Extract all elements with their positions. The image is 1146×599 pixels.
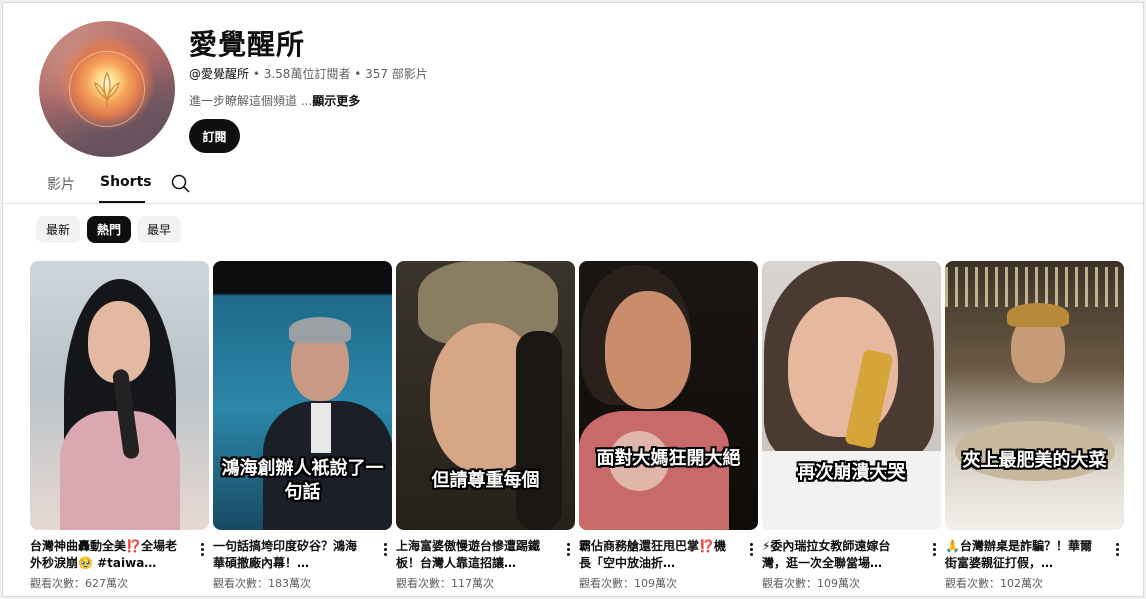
short-title[interactable]: 上海富婆傲慢遊台慘遭踢鐵板！台灣人靠這招讓… <box>396 538 548 572</box>
short-thumbnail[interactable]: 面對大媽狂開大絕 <box>579 261 758 530</box>
more-options-icon[interactable] <box>563 542 573 558</box>
channel-tabs: 影片 Shorts <box>3 168 1143 204</box>
description-text: 進一步瞭解這個頻道 ... <box>189 94 313 108</box>
short-card[interactable]: 鴻海創辦人衹說了一句話 一句話搞垮印度矽谷？鴻海華碩撤廠內幕！… 觀看次數：18… <box>213 261 392 594</box>
short-info: 霸佔商務艙還狂甩巴掌⁉️機長「空中放油折… 觀看次數：109萬次 <box>579 538 758 594</box>
short-thumbnail[interactable]: 再次崩潰大哭 <box>762 261 941 530</box>
channel-stats: • 3.58萬位訂閱者 • 357 部影片 <box>249 67 428 81</box>
more-options-icon[interactable] <box>197 542 207 558</box>
short-views: 觀看次數：109萬次 <box>762 577 860 590</box>
chip-oldest[interactable]: 最早 <box>137 216 182 243</box>
short-thumbnail[interactable]: 但請尊重每個 <box>396 261 575 530</box>
more-options-icon[interactable] <box>746 542 756 558</box>
short-card[interactable]: 再次崩潰大哭 ⚡委內瑞拉女教師遠嫁台灣，逛一次全聯當場… 觀看次數：109萬次 <box>762 261 941 594</box>
thumbnail-caption: 面對大媽狂開大絕 <box>596 448 741 469</box>
chip-popular[interactable]: 熱門 <box>87 216 132 243</box>
thumbnail-scene <box>579 261 758 530</box>
channel-meta: @愛覺醒所 • 3.58萬位訂閱者 • 357 部影片 <box>189 65 428 82</box>
thumbnail-scene <box>762 261 941 530</box>
thumbnail-caption: 鴻海創辦人衹說了一句話 <box>221 458 384 503</box>
chip-latest[interactable]: 最新 <box>36 216 81 243</box>
channel-title: 愛覺醒所 <box>189 28 306 61</box>
more-options-icon[interactable] <box>380 542 390 558</box>
short-title[interactable]: 一句話搞垮印度矽谷？鴻海華碩撤廠內幕！… <box>213 538 365 572</box>
short-info: 上海富婆傲慢遊台慘遭踢鐵板！台灣人靠這招讓… 觀看次數：117萬次 <box>396 538 575 594</box>
short-title[interactable]: ⚡委內瑞拉女教師遠嫁台灣，逛一次全聯當場… <box>762 538 914 572</box>
thumbnail-scene <box>945 261 1124 530</box>
short-views: 觀看次數：627萬次 <box>30 577 128 590</box>
short-views: 觀看次數：109萬次 <box>579 577 677 590</box>
short-thumbnail[interactable]: 鴻海創辦人衹說了一句話 <box>213 261 392 530</box>
thumbnail-caption: 夾上最肥美的大菜 <box>962 450 1107 471</box>
short-info: 🙏台灣辦桌是詐騙？！華爾街富婆親征打假，… 觀看次數：102萬次 <box>945 538 1124 594</box>
tab-shorts[interactable]: Shorts <box>100 174 152 190</box>
short-thumbnail[interactable]: 夾上最肥美的大菜 <box>945 261 1124 530</box>
channel-page: 愛覺醒所 @愛覺醒所 • 3.58萬位訂閱者 • 357 部影片 進一步瞭解這個… <box>2 2 1144 597</box>
channel-avatar[interactable] <box>39 21 175 157</box>
show-more-link[interactable]: 顯示更多 <box>312 94 360 108</box>
short-card[interactable]: 面對大媽狂開大絕 霸佔商務艙還狂甩巴掌⁉️機長「空中放油折… 觀看次數：109萬… <box>579 261 758 594</box>
active-tab-indicator <box>99 201 145 203</box>
more-options-icon[interactable] <box>929 542 939 558</box>
short-thumbnail[interactable] <box>30 261 209 530</box>
short-info: 台灣神曲轟動全美⁉️全場老外秒淚崩🥹 #taiwa… 觀看次數：627萬次 <box>30 538 209 594</box>
more-options-icon[interactable] <box>1112 542 1122 558</box>
thumbnail-caption: 但請尊重每個 <box>431 470 540 491</box>
short-card[interactable]: 但請尊重每個 上海富婆傲慢遊台慘遭踢鐵板！台灣人靠這招讓… 觀看次數：117萬次 <box>396 261 575 594</box>
channel-description[interactable]: 進一步瞭解這個頻道 ...顯示更多 <box>189 92 360 109</box>
short-views: 觀看次數：183萬次 <box>213 577 311 590</box>
lotus-icon <box>94 71 120 107</box>
short-views: 觀看次數：102萬次 <box>945 577 1043 590</box>
search-icon[interactable] <box>171 174 191 194</box>
short-title[interactable]: 霸佔商務艙還狂甩巴掌⁉️機長「空中放油折… <box>579 538 731 572</box>
tab-videos[interactable]: 影片 <box>47 174 75 194</box>
channel-handle: @愛覺醒所 <box>189 67 250 81</box>
short-title[interactable]: 台灣神曲轟動全美⁉️全場老外秒淚崩🥹 #taiwa… <box>30 538 182 572</box>
short-title[interactable]: 🙏台灣辦桌是詐騙？！華爾街富婆親征打假，… <box>945 538 1097 572</box>
short-card[interactable]: 台灣神曲轟動全美⁉️全場老外秒淚崩🥹 #taiwa… 觀看次數：627萬次 <box>30 261 209 594</box>
thumbnail-caption: 再次崩潰大哭 <box>797 462 906 483</box>
subscribe-button[interactable]: 訂閱 <box>189 119 240 153</box>
thumbnail-scene <box>30 261 209 530</box>
short-card[interactable]: 夾上最肥美的大菜 🙏台灣辦桌是詐騙？！華爾街富婆親征打假，… 觀看次數：102萬… <box>945 261 1124 594</box>
short-info: 一句話搞垮印度矽谷？鴻海華碩撤廠內幕！… 觀看次數：183萬次 <box>213 538 392 594</box>
short-info: ⚡委內瑞拉女教師遠嫁台灣，逛一次全聯當場… 觀看次數：109萬次 <box>762 538 941 594</box>
short-views: 觀看次數：117萬次 <box>396 577 494 590</box>
